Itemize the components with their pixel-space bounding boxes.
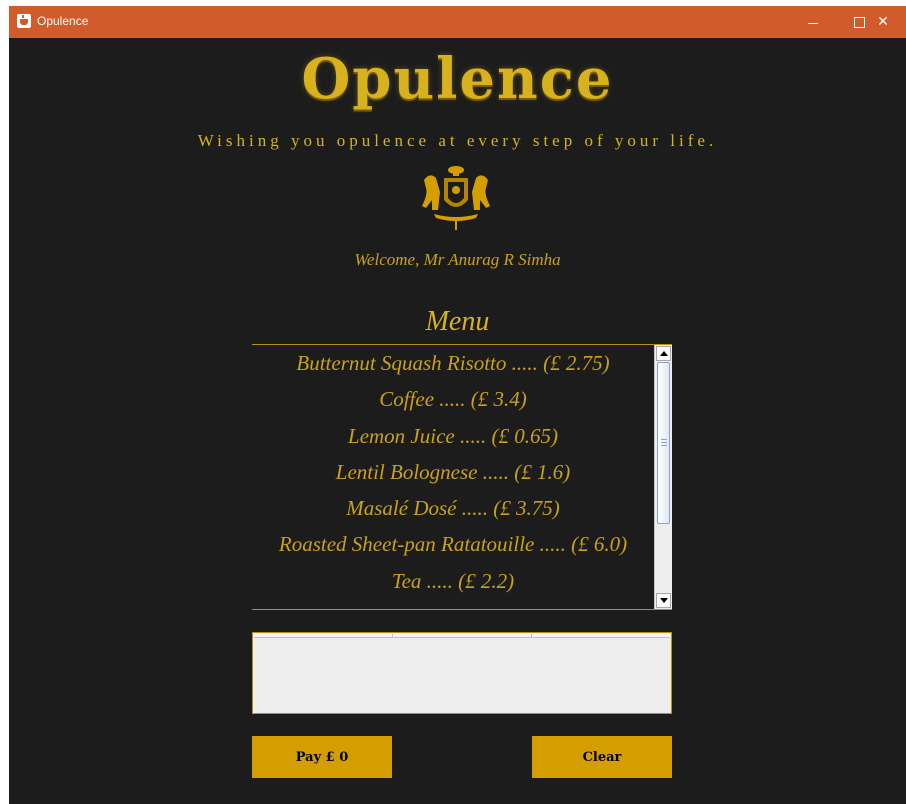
scroll-thumb[interactable] (657, 362, 670, 524)
menu-title: Menu (425, 306, 490, 337)
minimize-button[interactable] (790, 6, 836, 38)
menu-list[interactable]: Butternut Squash Risotto ..... (£ 2.75) … (252, 344, 672, 610)
scroll-down-button[interactable] (656, 593, 671, 608)
table-header-cell[interactable] (532, 634, 670, 638)
grip-line (661, 445, 667, 446)
menu-item-tea[interactable]: Tea ..... (£ 2.2) (252, 563, 654, 599)
scroll-up-button[interactable] (656, 346, 671, 361)
menu-items: Butternut Squash Risotto ..... (£ 2.75) … (252, 345, 654, 609)
tagline: Wishing you opulence at every step of yo… (197, 131, 718, 150)
logo-title: Opulence (301, 46, 614, 112)
menu-item-lentil-bolognese[interactable]: Lentil Bolognese ..... (£ 1.6) (252, 454, 654, 490)
grip-line (661, 439, 667, 440)
menu-item-lemon-juice[interactable]: Lemon Juice ..... (£ 0.65) (252, 418, 654, 454)
pay-button[interactable]: Pay £ 0 (252, 736, 392, 778)
app-window: Opulence ✕ Opulence Wishing you opulence… (9, 6, 906, 804)
table-header-cell[interactable] (393, 634, 532, 638)
menu-scrollbar[interactable] (654, 345, 672, 609)
menu-item-roasted-ratatouille[interactable]: Roasted Sheet-pan Ratatouille ..... (£ 6… (252, 526, 654, 562)
menu-item-masale-dose[interactable]: Masalé Dosé ..... (£ 3.75) (252, 490, 654, 526)
arrow-down-icon (659, 598, 668, 603)
grip-line (661, 442, 667, 443)
clear-button[interactable]: Clear (532, 736, 672, 778)
order-table[interactable] (252, 632, 672, 714)
close-button[interactable]: ✕ (860, 6, 906, 38)
menu-item-coffee[interactable]: Coffee ..... (£ 3.4) (252, 381, 654, 417)
java-cup-icon (17, 14, 31, 28)
table-header (254, 634, 670, 638)
royal-crest-icon (422, 166, 490, 230)
main-content: Opulence Wishing you opulence at every s… (9, 38, 906, 804)
title-bar[interactable]: Opulence ✕ (9, 6, 906, 38)
window-title: Opulence (37, 14, 89, 28)
table-header-cell[interactable] (254, 634, 393, 638)
menu-item-butternut-squash-risotto[interactable]: Butternut Squash Risotto ..... (£ 2.75) (252, 345, 654, 381)
arrow-up-icon (659, 351, 668, 356)
close-icon: ✕ (877, 14, 889, 30)
minimize-icon (808, 22, 818, 24)
welcome-message: Welcome, Mr Anurag R Simha (354, 250, 561, 269)
